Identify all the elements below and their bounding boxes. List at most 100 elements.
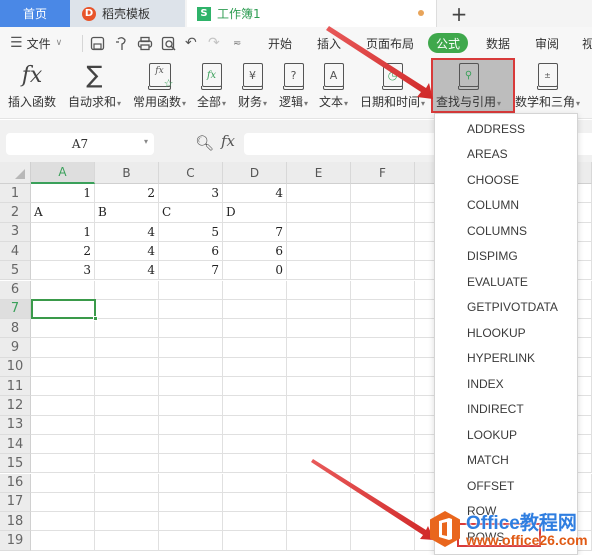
dropdown-item-evaluate[interactable]: EVALUATE (435, 269, 577, 295)
cell-c4[interactable]: 6 (159, 241, 223, 262)
cell-e6[interactable] (287, 280, 351, 300)
cell-e15[interactable] (287, 454, 351, 474)
cell-d11[interactable] (223, 377, 287, 397)
autosum-button[interactable]: ∑ 自动求和▾ (68, 59, 121, 117)
dropdown-item-choose[interactable]: CHOOSE (435, 167, 577, 193)
cell-d3[interactable]: 7 (223, 222, 287, 242)
cell-a9[interactable] (31, 338, 95, 358)
cell-b11[interactable] (95, 377, 159, 397)
cell-f15[interactable] (351, 454, 415, 474)
cell-c16[interactable] (159, 473, 223, 493)
cell-a2[interactable]: A (31, 203, 95, 223)
dropdown-item-index[interactable]: INDEX (435, 371, 577, 397)
cell-e9[interactable] (287, 338, 351, 358)
row-header-10[interactable]: 10 (0, 357, 31, 377)
menu-tab-page-layout[interactable]: 页面布局 (366, 27, 414, 59)
cell-d10[interactable] (223, 357, 287, 377)
cell-f4[interactable] (351, 241, 415, 262)
math-trig-button[interactable]: ± 数学和三角▾ (515, 59, 580, 117)
cell-e2[interactable] (287, 203, 351, 223)
cell-a8[interactable] (31, 319, 95, 339)
cell-d1[interactable]: 4 (223, 184, 287, 204)
cell-c17[interactable] (159, 492, 223, 513)
cell-e5[interactable] (287, 261, 351, 281)
cell-e17[interactable] (287, 492, 351, 513)
cell-e14[interactable] (287, 434, 351, 455)
select-all-corner[interactable] (0, 162, 31, 184)
cell-c5[interactable]: 7 (159, 261, 223, 281)
cell-f9[interactable] (351, 338, 415, 358)
dropdown-item-lookup[interactable]: LOOKUP (435, 422, 577, 448)
cell-b1[interactable]: 2 (95, 184, 159, 204)
row-header-6[interactable]: 6 (0, 280, 31, 300)
column-header-b[interactable]: B (95, 162, 159, 184)
cell-a18[interactable] (31, 512, 95, 532)
cell-a13[interactable] (31, 415, 95, 435)
dropdown-item-address[interactable]: ADDRESS (435, 116, 577, 142)
cell-a3[interactable]: 1 (31, 222, 95, 242)
cell-a16[interactable] (31, 473, 95, 493)
cell-f7[interactable] (351, 299, 415, 320)
cell-e18[interactable] (287, 512, 351, 532)
row-header-12[interactable]: 12 (0, 396, 31, 416)
cell-f1[interactable] (351, 184, 415, 204)
cell-b15[interactable] (95, 454, 159, 474)
print-button[interactable] (137, 27, 153, 59)
cell-b9[interactable] (95, 338, 159, 358)
undo-button[interactable]: ↶ (185, 27, 197, 59)
cell-f18[interactable] (351, 512, 415, 532)
datetime-button[interactable]: ◷ 日期和时间▾ (360, 59, 425, 117)
cell-a17[interactable] (31, 492, 95, 513)
cell-b6[interactable] (95, 280, 159, 300)
cell-c10[interactable] (159, 357, 223, 377)
tab-template[interactable]: D 稻壳模板 (70, 0, 185, 27)
row-header-3[interactable]: 3 (0, 222, 31, 242)
logic-button[interactable]: ? 逻辑▾ (279, 59, 308, 117)
cell-a6[interactable] (31, 280, 95, 300)
column-header-e[interactable]: E (287, 162, 351, 184)
row-header-13[interactable]: 13 (0, 415, 31, 435)
cell-e12[interactable] (287, 396, 351, 416)
cell-b12[interactable] (95, 396, 159, 416)
row-header-15[interactable]: 15 (0, 454, 31, 474)
cell-f6[interactable] (351, 280, 415, 300)
common-functions-button[interactable]: fx ☆ 常用函数▾ (133, 59, 186, 117)
row-header-18[interactable]: 18 (0, 512, 31, 532)
cell-b18[interactable] (95, 512, 159, 532)
cell-d9[interactable] (223, 338, 287, 358)
cell-b5[interactable]: 4 (95, 261, 159, 281)
dropdown-item-offset[interactable]: OFFSET (435, 473, 577, 499)
cell-c8[interactable] (159, 319, 223, 339)
row-header-16[interactable]: 16 (0, 473, 31, 493)
cell-a10[interactable] (31, 357, 95, 377)
cell-e4[interactable] (287, 241, 351, 262)
tab-home[interactable]: 首页 (0, 0, 70, 27)
cell-b17[interactable] (95, 492, 159, 513)
cell-d18[interactable] (223, 512, 287, 532)
name-box[interactable]: A7 ▾ (6, 133, 154, 155)
row-header-5[interactable]: 5 (0, 261, 31, 281)
row-header-4[interactable]: 4 (0, 241, 31, 262)
row-header-19[interactable]: 19 (0, 531, 31, 551)
finance-button[interactable]: ¥ 财务▾ (238, 59, 267, 117)
cell-d2[interactable]: D (223, 203, 287, 223)
cell-d17[interactable] (223, 492, 287, 513)
cell-e11[interactable] (287, 377, 351, 397)
fill-handle[interactable] (93, 316, 98, 322)
cell-a14[interactable] (31, 434, 95, 455)
zoom-search-icon[interactable]: 🔍︎ (195, 134, 214, 152)
cell-c3[interactable]: 5 (159, 222, 223, 242)
row-header-9[interactable]: 9 (0, 338, 31, 358)
cell-b13[interactable] (95, 415, 159, 435)
cell-c15[interactable] (159, 454, 223, 474)
row-header-17[interactable]: 17 (0, 492, 31, 513)
cell-b3[interactable]: 4 (95, 222, 159, 242)
dropdown-item-getpivotdata[interactable]: GETPIVOTDATA (435, 295, 577, 321)
redo-button[interactable]: ↷ (208, 27, 220, 59)
dropdown-item-match[interactable]: MATCH (435, 448, 577, 474)
cell-b2[interactable]: B (95, 203, 159, 223)
cell-a12[interactable] (31, 396, 95, 416)
menu-tab-view[interactable]: 视 (582, 27, 592, 59)
cell-d4[interactable]: 6 (223, 241, 287, 262)
menu-tab-formulas[interactable]: 公式 (428, 33, 469, 53)
